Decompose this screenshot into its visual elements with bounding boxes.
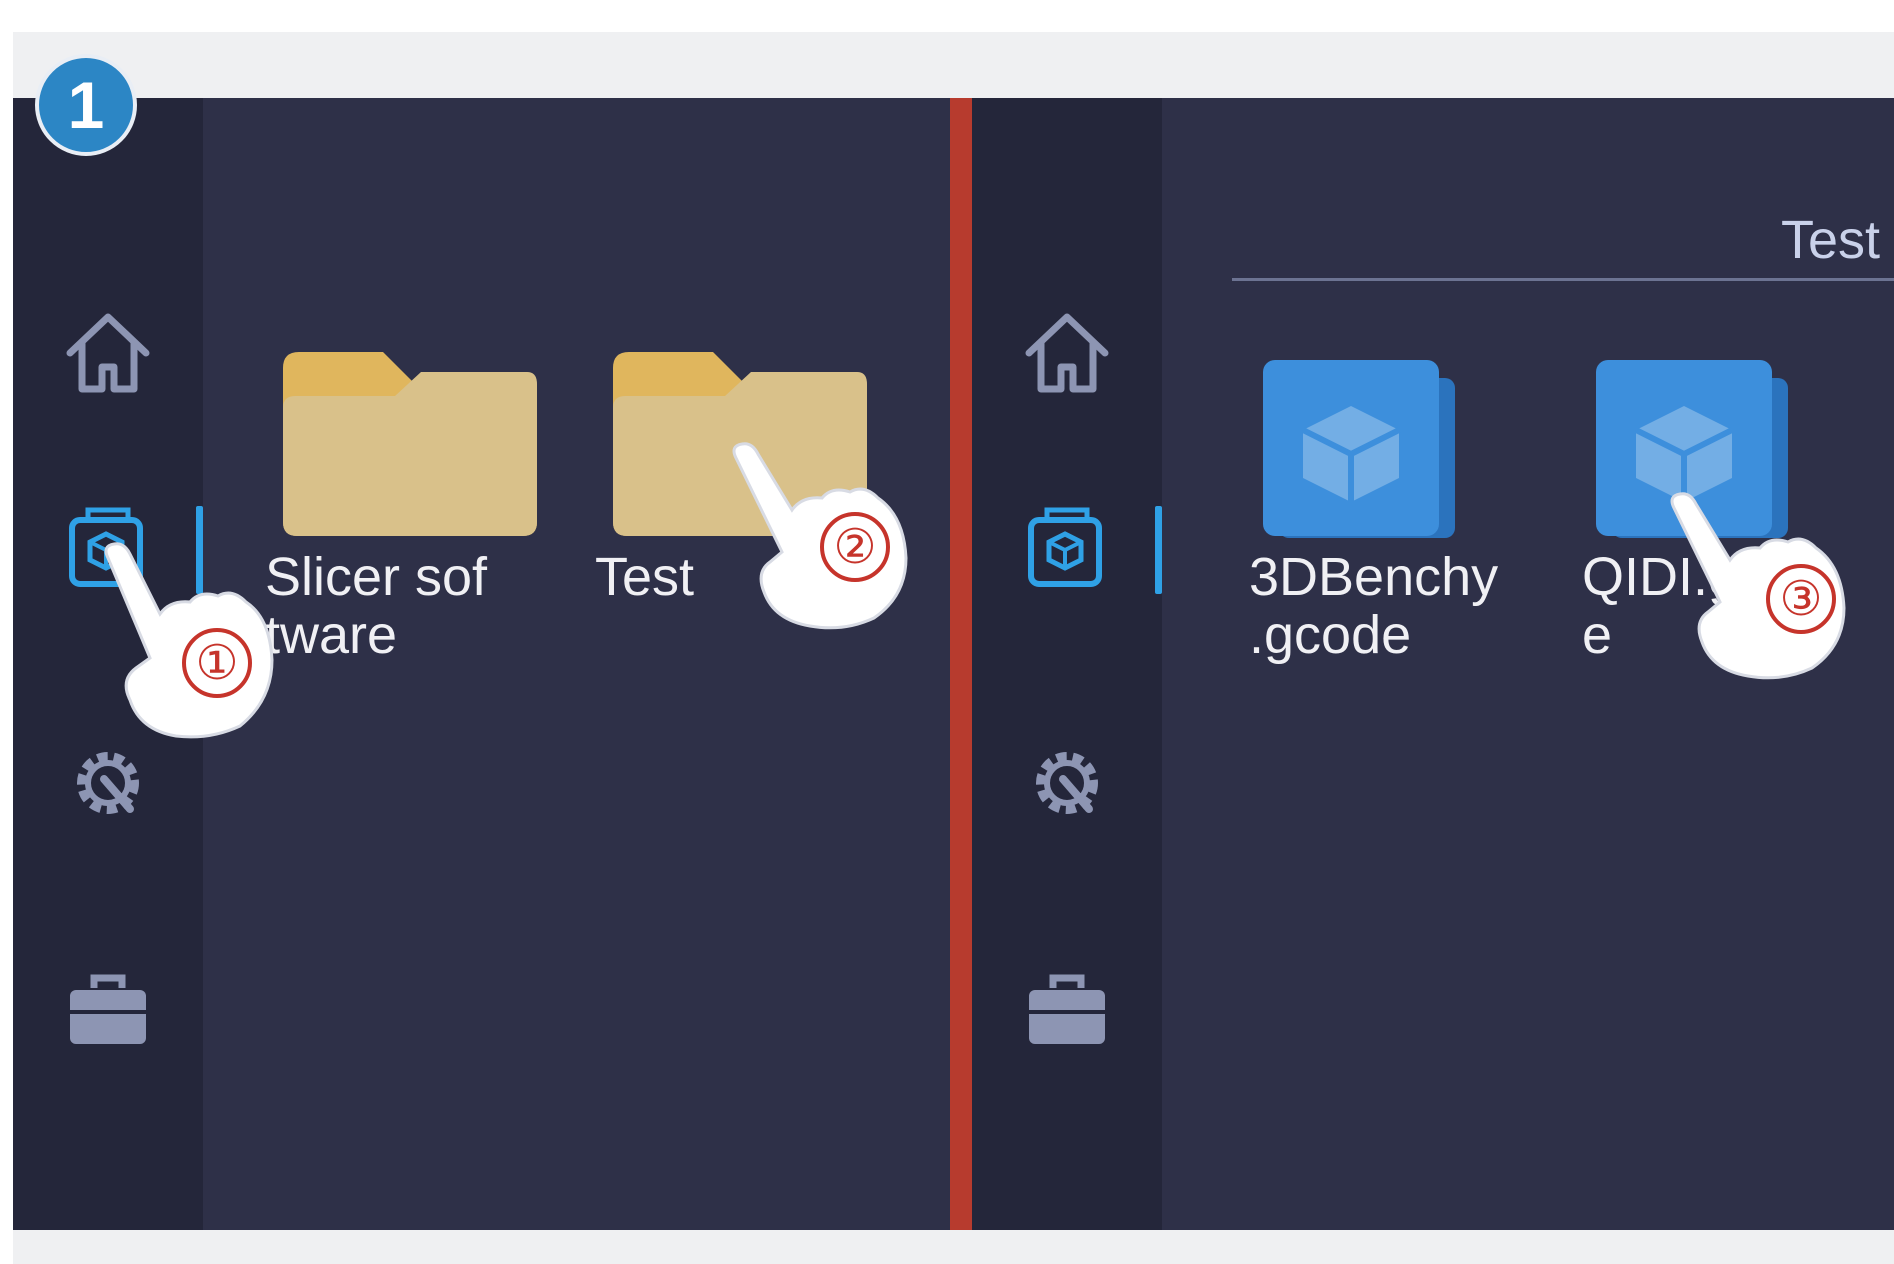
- file-3dbenchy[interactable]: 3DBenchy .gcode: [1249, 338, 1529, 698]
- sidebar: [972, 98, 1162, 1230]
- gear-wrench-icon: [77, 752, 139, 814]
- nav-settings[interactable]: [1012, 728, 1122, 838]
- gear-wrench-icon: [1036, 752, 1098, 814]
- file-cube-icon: [1028, 507, 1102, 587]
- nav-tools[interactable]: [53, 953, 163, 1063]
- folder-icon: [283, 352, 537, 536]
- path-divider: [1232, 278, 1894, 281]
- hint-number: ①: [182, 628, 252, 698]
- gcode-file-icon: [1263, 360, 1455, 538]
- file-browser: Slicer sof tware Test: [203, 98, 950, 1230]
- file-label: 3DBenchy .gcode: [1249, 547, 1499, 665]
- toolbox-icon: [1029, 974, 1105, 1044]
- step-number-badge: 1: [35, 54, 137, 156]
- hint-number: ③: [1766, 564, 1836, 634]
- folder-slicer-software[interactable]: Slicer sof tware: [265, 338, 545, 698]
- nav-tools[interactable]: [1012, 953, 1122, 1063]
- screen-divider: [950, 98, 972, 1230]
- folder-label: Slicer sof tware: [265, 547, 488, 665]
- touchscreen-comparison: Slicer sof tware Test Test 3DBenchy .gco…: [13, 98, 1894, 1230]
- active-indicator: [1155, 506, 1162, 594]
- home-icon: [1025, 313, 1109, 393]
- path-title: Test: [1780, 210, 1880, 270]
- nav-files[interactable]: [1012, 491, 1122, 601]
- nav-home[interactable]: [1012, 298, 1122, 408]
- nav-home[interactable]: [53, 298, 163, 408]
- nav-settings[interactable]: [53, 728, 163, 838]
- toolbox-icon: [70, 974, 146, 1044]
- home-icon: [66, 313, 150, 393]
- hint-number: ②: [820, 512, 890, 582]
